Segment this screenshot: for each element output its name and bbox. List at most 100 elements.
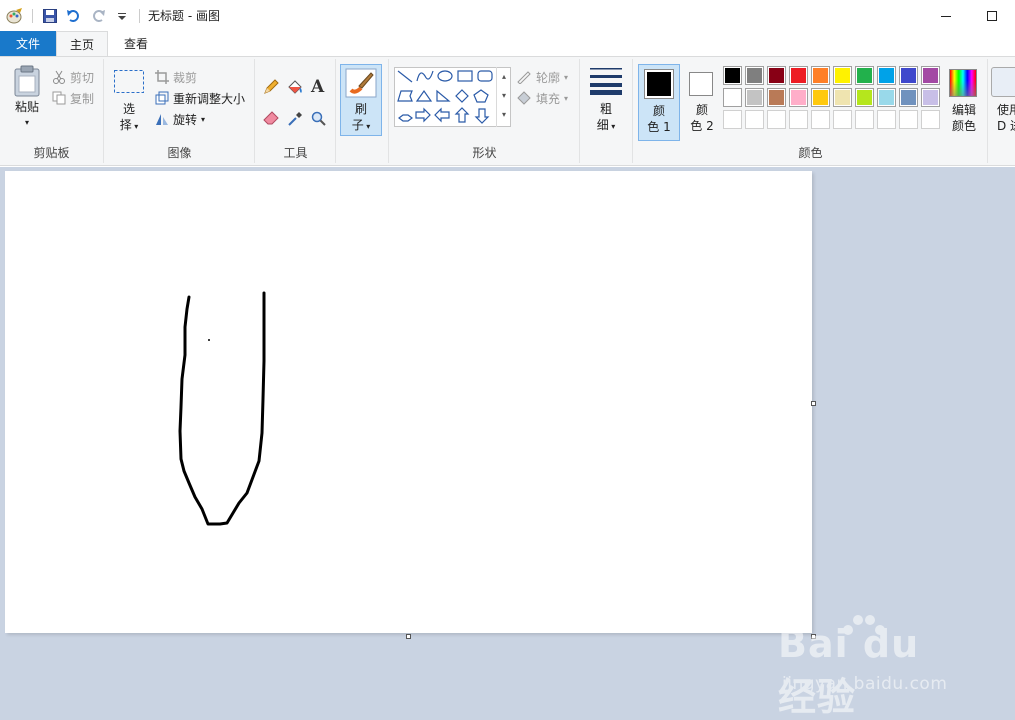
color-swatch[interactable] — [767, 88, 786, 107]
swatch-fill — [747, 90, 762, 105]
color-swatch[interactable] — [811, 110, 830, 129]
color1-label-2: 色 1 — [647, 120, 671, 134]
shapes-gallery-icons — [397, 70, 493, 124]
pencil-icon[interactable] — [263, 79, 279, 98]
color-swatch[interactable] — [921, 88, 940, 107]
color-swatch[interactable] — [877, 88, 896, 107]
size-button[interactable]: 粗 细 ▾ — [587, 65, 625, 135]
colors-group-label: 颜色 — [798, 146, 823, 160]
text-tool-icon[interactable]: A — [311, 77, 324, 97]
resize-button[interactable]: 重新调整大小 — [155, 88, 245, 108]
select-button[interactable]: 选 择 ▾ — [111, 69, 147, 135]
brushes-label-1: 刷 — [354, 102, 367, 116]
swatch-fill — [725, 90, 740, 105]
customize-toolbar-icon[interactable] — [113, 7, 131, 25]
color2-button[interactable]: 颜 色 2 — [682, 64, 724, 141]
color-swatch[interactable] — [789, 110, 808, 129]
edit-colors-label-1: 编辑 — [951, 103, 976, 117]
color-swatch[interactable] — [855, 66, 874, 85]
tab-home[interactable]: 主页 — [56, 31, 108, 56]
maximize-button[interactable] — [969, 0, 1015, 31]
color-swatch[interactable] — [855, 110, 874, 129]
undo-icon[interactable] — [65, 7, 83, 25]
tab-file[interactable]: 文件 — [0, 31, 56, 56]
color-picker-icon[interactable] — [287, 111, 303, 130]
color-swatch[interactable] — [921, 110, 940, 129]
paint3d-label-2: D 进 — [997, 119, 1015, 133]
brush-icon — [345, 68, 377, 98]
minimize-button[interactable] — [923, 0, 969, 31]
color1-button[interactable]: 颜 色 1 — [638, 64, 680, 141]
outline-dropdown-icon[interactable]: ▾ — [564, 73, 568, 82]
cut-label: 剪切 — [70, 70, 95, 85]
cut-button[interactable]: 剪切 — [52, 67, 94, 87]
color-swatch[interactable] — [723, 110, 742, 129]
color-swatch[interactable] — [745, 66, 764, 85]
color-swatch[interactable] — [877, 110, 896, 129]
edit-colors-icon — [949, 69, 977, 97]
fill-dropdown-icon[interactable]: ▾ — [564, 94, 568, 103]
copy-label: 复制 — [70, 91, 95, 106]
color-swatch[interactable] — [811, 88, 830, 107]
redo-icon[interactable] — [89, 7, 107, 25]
rotate-dropdown-icon[interactable]: ▾ — [201, 115, 205, 124]
paste-button[interactable]: 粘贴 ▾ — [8, 65, 46, 131]
fill-label: 填充 — [536, 91, 561, 106]
fill-bucket-icon[interactable] — [286, 79, 304, 98]
shapes-scroll[interactable]: ▴ ▾ ▾ — [496, 67, 511, 127]
crop-button[interactable]: 裁剪 — [155, 67, 197, 87]
color-swatch[interactable] — [723, 88, 742, 107]
color-swatch[interactable] — [899, 88, 918, 107]
color-swatch[interactable] — [767, 110, 786, 129]
resize-handle-bottom[interactable] — [406, 634, 411, 639]
color-swatch[interactable] — [811, 66, 830, 85]
clipboard-group-label: 剪贴板 — [33, 146, 70, 160]
color-swatch[interactable] — [723, 66, 742, 85]
drawing-canvas[interactable] — [5, 171, 812, 633]
color-swatch[interactable] — [921, 66, 940, 85]
scissors-icon — [53, 70, 65, 84]
drawn-u-stroke — [178, 291, 266, 526]
swatch-fill — [901, 68, 916, 83]
magnifier-icon[interactable] — [311, 111, 327, 130]
eraser-icon[interactable] — [263, 111, 279, 128]
size-group: 粗 细 ▾ — [581, 59, 633, 163]
color-swatch[interactable] — [877, 66, 896, 85]
color2-label-2: 色 2 — [690, 119, 714, 133]
brushes-label-2: 子 ▾ — [351, 118, 371, 132]
color-swatch[interactable] — [833, 110, 852, 129]
image-group-label: 图像 — [167, 146, 192, 160]
color1-swatch — [644, 69, 674, 99]
save-icon[interactable] — [41, 7, 59, 25]
edit-colors-button[interactable]: 编辑 颜色 — [944, 64, 984, 141]
resize-icon — [155, 91, 169, 105]
rotate-button[interactable]: 旋转 ▾ — [155, 109, 205, 129]
copy-button[interactable]: 复制 — [52, 88, 94, 108]
color-swatch[interactable] — [789, 66, 808, 85]
color-swatch[interactable] — [833, 88, 852, 107]
paint3d-button[interactable]: 使用 D 进 — [989, 59, 1015, 163]
shapes-gallery[interactable] — [394, 67, 511, 127]
clipboard-group: 粘贴 ▾ 剪切 复制 剪贴板 — [0, 59, 104, 163]
resize-handle-right[interactable] — [811, 401, 816, 406]
fill-button[interactable]: 填充 ▾ — [516, 88, 568, 108]
paint-app-icon[interactable] — [6, 7, 24, 25]
color-swatch[interactable] — [833, 66, 852, 85]
size-label-1: 粗 — [599, 102, 612, 116]
color1-label-1: 颜 — [652, 104, 665, 118]
brushes-button[interactable]: 刷 子 ▾ — [340, 64, 382, 136]
color-swatch[interactable] — [789, 88, 808, 107]
fill-icon — [517, 91, 531, 105]
color-swatch[interactable] — [767, 66, 786, 85]
tab-view[interactable]: 查看 — [108, 31, 164, 56]
color-swatch[interactable] — [899, 66, 918, 85]
color-swatch[interactable] — [745, 88, 764, 107]
swatch-fill — [835, 90, 850, 105]
paste-dropdown-icon[interactable]: ▾ — [25, 115, 29, 131]
color-swatch[interactable] — [855, 88, 874, 107]
select-rectangle-icon — [114, 70, 144, 93]
color-swatch[interactable] — [745, 110, 764, 129]
outline-button[interactable]: 轮廓 ▾ — [516, 67, 568, 87]
color-swatch[interactable] — [899, 110, 918, 129]
tools-group-label: 工具 — [283, 146, 308, 160]
